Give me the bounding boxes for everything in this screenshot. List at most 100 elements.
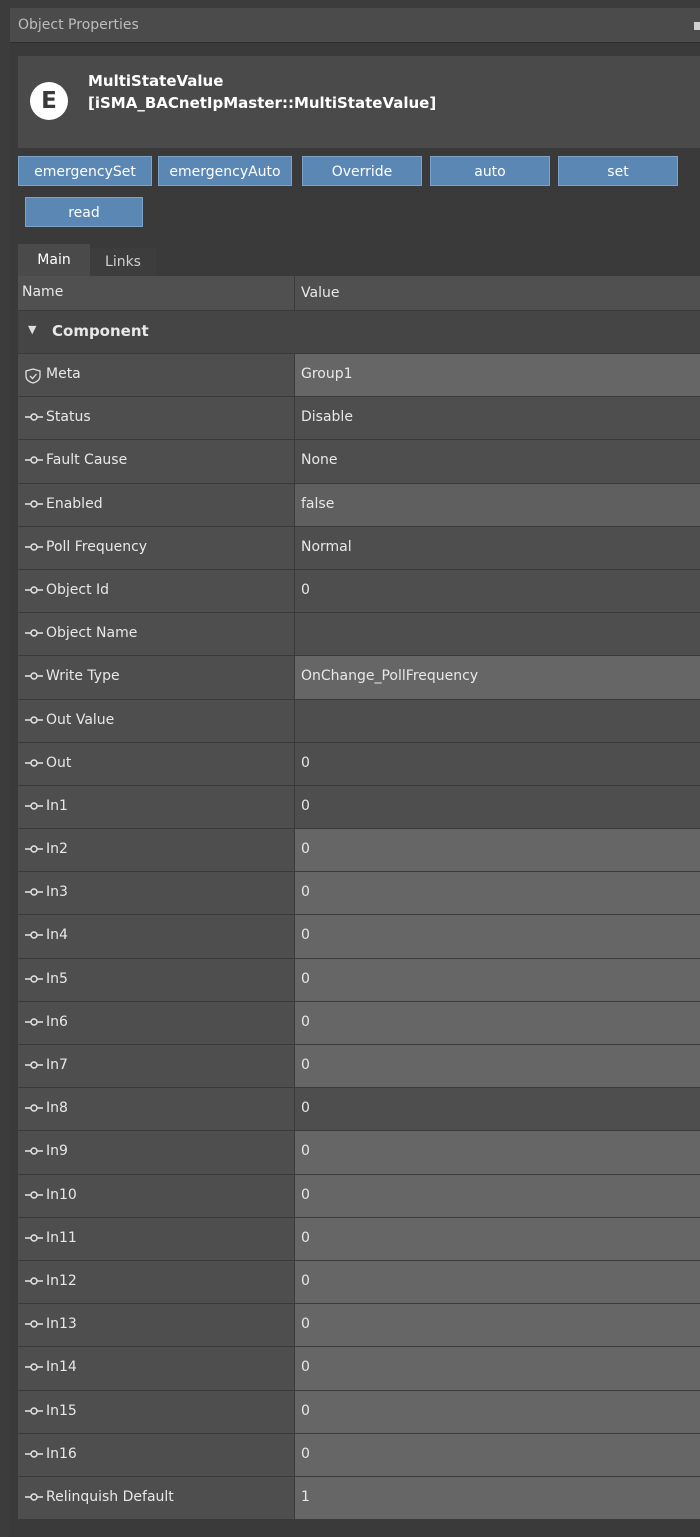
slot-icon [24,1232,43,1246]
property-row[interactable]: In5 0 [18,958,700,1002]
property-value-cell[interactable] [294,613,700,656]
property-value-cell[interactable]: OnChange_PollFrequency [294,656,700,699]
property-row[interactable]: Poll Frequency Normal [18,526,700,570]
property-row[interactable]: In2 0 [18,829,700,873]
pin-icon[interactable] [694,22,700,30]
property-row[interactable]: Out Value [18,699,700,743]
property-value-cell[interactable]: false [294,483,700,526]
property-row[interactable]: In6 0 [18,1001,700,1045]
slot-icon [24,973,43,987]
slot-icon [24,929,43,943]
slot-icon [24,1405,43,1419]
property-name: In13 [46,1316,77,1333]
property-row[interactable]: Enabled false [18,483,700,527]
tab-links[interactable]: Links [90,248,156,276]
property-row[interactable]: In15 0 [18,1390,700,1434]
property-row[interactable]: In4 0 [18,915,700,959]
property-value-cell[interactable]: 0 [294,872,700,915]
slot-icon [24,670,43,684]
property-name: In12 [46,1272,77,1289]
read-button[interactable]: read [25,197,143,227]
property-name-cell: In9 [18,1131,294,1174]
property-row[interactable]: In10 0 [18,1174,700,1218]
property-row[interactable]: In3 0 [18,872,700,916]
property-row[interactable]: Write Type OnChange_PollFrequency [18,656,700,700]
property-name-cell: In1 [18,785,294,829]
property-value-cell[interactable]: 0 [294,1390,700,1433]
property-value-cell[interactable]: 0 [294,1045,700,1088]
property-value-cell[interactable]: None [294,440,700,483]
property-name-cell: Out Value [18,699,294,742]
property-name-cell: Meta [18,354,294,397]
property-row[interactable]: Fault Cause None [18,440,700,484]
property-value-cell[interactable]: 0 [294,1260,700,1304]
property-value: Group1 [301,366,353,382]
property-value: 0 [301,970,310,987]
slot-icon [24,1059,43,1073]
property-name-cell: In10 [18,1174,294,1217]
property-row[interactable]: In13 0 [18,1304,700,1348]
property-row[interactable]: Out 0 [18,742,700,786]
property-value: None [301,452,338,469]
property-value-cell[interactable]: 1 [294,1476,700,1520]
property-value-cell[interactable] [294,699,700,742]
property-value-cell[interactable]: Normal [294,526,700,569]
emergency-auto-button[interactable]: emergencyAuto [158,156,292,186]
property-value-cell[interactable]: 0 [294,829,700,872]
property-row[interactable]: In14 0 [18,1347,700,1391]
property-name: In4 [46,927,68,944]
property-value-cell[interactable]: 0 [294,569,700,613]
property-value-cell[interactable]: 0 [294,915,700,958]
object-header: E MultiStateValue [iSMA_BACnetIpMaster::… [18,56,700,148]
property-row[interactable]: Status Disable [18,397,700,441]
property-name: Object Id [46,581,110,598]
property-row[interactable]: In8 0 [18,1088,700,1132]
property-value-cell[interactable]: 0 [294,1131,700,1174]
slot-icon [24,1318,43,1332]
property-value-cell[interactable]: 0 [294,742,700,785]
property-row[interactable]: In16 0 [18,1433,700,1477]
property-value-cell[interactable]: Group1 [294,354,700,397]
property-row[interactable]: Relinquish Default 1 [18,1476,700,1521]
property-row[interactable]: In7 0 [18,1045,700,1089]
property-value-cell[interactable]: 0 [294,1001,700,1044]
property-row[interactable]: Object Id 0 [18,569,700,614]
property-rows: Meta Group1 Status Disable Fault Cause None En… [18,354,700,1521]
property-value-cell[interactable]: 0 [294,1088,700,1131]
property-value-cell[interactable]: 0 [294,1347,700,1390]
property-value-cell[interactable]: 0 [294,958,700,1001]
property-row[interactable]: In11 0 [18,1217,700,1261]
component-section[interactable]: ▼ Component [18,311,700,354]
property-value-cell[interactable]: 0 [294,1433,700,1476]
property-row[interactable]: In12 0 [18,1260,700,1305]
property-value: 0 [301,754,310,771]
property-row[interactable]: In9 0 [18,1131,700,1175]
slot-icon [24,411,43,425]
property-name-cell: Poll Frequency [18,526,294,569]
slot-icon [24,1145,43,1159]
property-row[interactable]: In1 0 [18,785,700,830]
tab-main[interactable]: Main [18,244,90,276]
property-value: OnChange_PollFrequency [301,668,479,685]
property-value-cell[interactable]: 0 [294,1174,700,1217]
property-row[interactable]: Object Name [18,613,700,657]
property-value-cell[interactable]: 0 [294,785,700,829]
property-name: In3 [46,884,68,901]
property-value-cell[interactable]: 0 [294,1304,700,1347]
property-row[interactable]: Meta Group1 [18,354,700,398]
set-button[interactable]: set [558,156,678,186]
object-properties-panel: Object Properties E MultiStateValue [iSM… [10,8,700,1537]
property-value-cell[interactable]: 0 [294,1217,700,1260]
property-value: 1 [301,1488,310,1505]
emergency-set-button[interactable]: emergencySet [18,156,152,186]
object-name: MultiStateValue [88,72,224,90]
name-column-header[interactable]: Name [22,284,63,300]
auto-button[interactable]: auto [430,156,550,186]
property-name-cell: In6 [18,1001,294,1044]
override-button[interactable]: Override [302,156,422,186]
property-value-cell[interactable]: Disable [294,397,700,440]
slot-icon [24,498,43,512]
collapse-caret-icon[interactable]: ▼ [28,323,36,336]
property-name: In1 [46,797,68,814]
value-column-header[interactable]: Value [294,276,339,311]
